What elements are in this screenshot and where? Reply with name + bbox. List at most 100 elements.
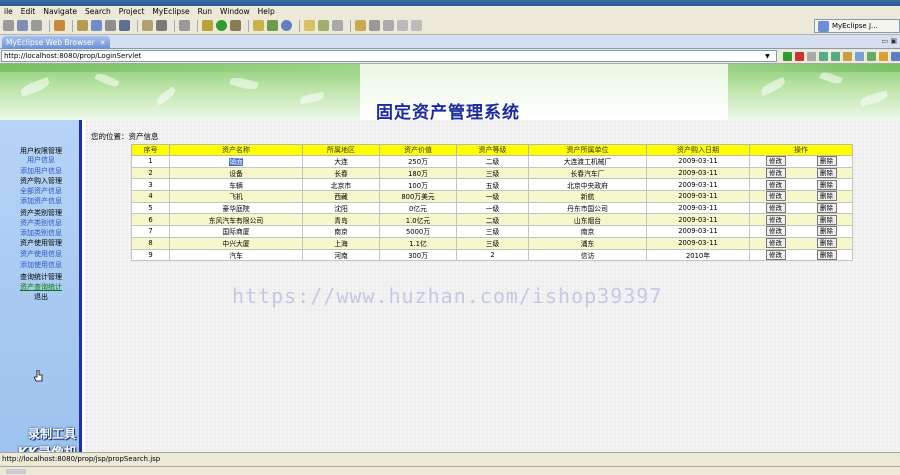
debug-icon[interactable] <box>202 20 213 31</box>
external-tools-icon[interactable] <box>230 20 241 31</box>
forward-icon[interactable] <box>831 51 840 61</box>
nav-link[interactable]: 添加用户信息 <box>0 166 82 176</box>
tab-web-browser[interactable]: MyEclipse Web Browser ✕ <box>2 36 110 49</box>
col-header-actions: 操作 <box>749 144 853 156</box>
url-input[interactable]: http://localhost:8080/prop/LoginServlet <box>1 50 778 62</box>
print-icon[interactable] <box>31 20 42 31</box>
delete-button[interactable]: 删除 <box>816 214 837 225</box>
back-icon[interactable] <box>397 20 408 31</box>
search-icon[interactable] <box>304 20 315 31</box>
delete-button[interactable]: 删除 <box>816 168 837 178</box>
open-type-icon[interactable] <box>179 20 190 31</box>
asset-region: 上海 <box>302 236 380 250</box>
asset-name: 汽车 <box>169 248 303 262</box>
nav-link[interactable]: 资产使用信息 <box>0 249 82 259</box>
edit-button[interactable]: 修改 <box>765 191 786 202</box>
edit-button[interactable]: 修改 <box>765 238 786 249</box>
new-package-icon[interactable] <box>267 20 278 31</box>
perspective-switcher[interactable]: MyEclipse J... <box>814 19 900 33</box>
nav-link[interactable]: 全部资产信息 <box>0 186 82 196</box>
edit-button[interactable]: 修改 <box>765 214 786 225</box>
nav-link[interactable]: 资产类别信息 <box>0 218 82 228</box>
deploy-icon[interactable] <box>91 20 102 31</box>
action-group: 修改 删除 <box>751 179 852 190</box>
nav-group-item[interactable]: 资产购入管理 <box>0 176 82 186</box>
back-icon[interactable] <box>819 51 828 61</box>
row-index: 7 <box>131 225 170 238</box>
delete-button[interactable]: 删除 <box>816 238 837 249</box>
settings-icon[interactable] <box>891 51 900 61</box>
nav-group-item[interactable]: 资产使用管理 <box>0 238 82 248</box>
menu-myeclipse[interactable]: MyEclipse <box>148 7 193 16</box>
server-icon[interactable] <box>54 20 65 31</box>
asset-region: 沈阳 <box>302 201 380 215</box>
menu-search[interactable]: Search <box>81 7 115 16</box>
go-icon[interactable] <box>783 51 792 61</box>
delete-button[interactable]: 删除 <box>816 203 837 213</box>
asset-unit: 北京中央政府 <box>528 178 647 192</box>
globe-icon[interactable] <box>119 20 130 31</box>
folder-icon[interactable] <box>355 20 366 31</box>
toolbar-separator <box>174 19 175 32</box>
leaf-decoration <box>229 75 259 92</box>
chevron-down-icon[interactable]: ▼ <box>765 53 775 60</box>
nav-group-item[interactable]: 退出 <box>0 292 82 302</box>
next-annotation-icon[interactable] <box>383 20 394 31</box>
toolbar-separator <box>299 19 300 32</box>
run-icon[interactable] <box>216 20 227 31</box>
nav-link[interactable]: 添加类别信息 <box>0 228 82 238</box>
print-icon[interactable] <box>867 51 876 61</box>
edit-button[interactable]: 修改 <box>765 249 786 260</box>
close-icon[interactable]: ✕ <box>100 39 106 47</box>
menu-bar: ile Edit Navigate Search Project MyEclip… <box>0 6 900 17</box>
minimize-maximize-icon[interactable]: ▭ ▣ <box>882 37 897 45</box>
menu-window[interactable]: Window <box>216 7 254 16</box>
asset-unit: 丹东市国公司 <box>528 201 647 215</box>
nav-link[interactable]: 用户信息 <box>0 155 82 165</box>
delete-button[interactable]: 删除 <box>816 191 837 202</box>
edit-button[interactable]: 修改 <box>765 168 786 178</box>
table-row: 4 飞机 西藏 800万美元 一级 新航 2009-03-11 修改 删除 <box>131 190 853 203</box>
edit-icon[interactable] <box>369 20 380 31</box>
row-index: 2 <box>131 166 170 180</box>
browser-icon[interactable] <box>105 20 116 31</box>
leaf-decoration <box>819 70 843 86</box>
delete-button[interactable]: 删除 <box>816 249 837 260</box>
wizard-icon[interactable] <box>142 20 153 31</box>
package-icon[interactable] <box>77 20 88 31</box>
nav-link[interactable]: 资产查询统计 <box>0 282 82 292</box>
menu-run[interactable]: Run <box>194 7 216 16</box>
delete-button[interactable]: 删除 <box>816 179 837 190</box>
menu-help[interactable]: Help <box>254 7 279 16</box>
open-resource-icon[interactable] <box>281 20 292 31</box>
refresh-icon[interactable] <box>843 51 852 61</box>
menu-edit[interactable]: Edit <box>17 7 40 16</box>
task-icon[interactable] <box>318 20 329 31</box>
nav-group-item[interactable]: 查询统计管理 <box>0 272 82 282</box>
asset-value: 100万 <box>379 178 457 192</box>
menu-project[interactable]: Project <box>115 7 149 16</box>
nav-link[interactable]: 添加资产信息 <box>0 196 82 206</box>
save-icon[interactable] <box>17 20 28 31</box>
asset-value: 180万 <box>379 166 457 180</box>
annotation-icon[interactable] <box>332 20 343 31</box>
lock-icon[interactable] <box>879 51 888 61</box>
edit-button[interactable]: 修改 <box>765 156 786 167</box>
edit-button[interactable]: 修改 <box>765 179 786 190</box>
delete-button[interactable]: 删除 <box>816 156 837 167</box>
edit-button[interactable]: 修改 <box>765 203 786 213</box>
toolbar-separator <box>248 19 249 32</box>
menu-navigate[interactable]: Navigate <box>39 7 81 16</box>
bottom-trim <box>0 466 900 475</box>
forward-icon[interactable] <box>411 20 422 31</box>
menu-file[interactable]: ile <box>0 7 17 16</box>
nav-group-item[interactable]: 资产类别管理 <box>0 208 82 218</box>
new-icon[interactable] <box>3 20 14 31</box>
db-icon[interactable] <box>156 20 167 31</box>
new-class-icon[interactable] <box>253 20 264 31</box>
stop-icon[interactable] <box>795 51 804 61</box>
home-icon[interactable] <box>855 51 864 61</box>
nav-link[interactable]: 添加使用信息 <box>0 260 82 270</box>
delete-button[interactable]: 删除 <box>816 226 837 237</box>
edit-button[interactable]: 修改 <box>765 226 786 237</box>
